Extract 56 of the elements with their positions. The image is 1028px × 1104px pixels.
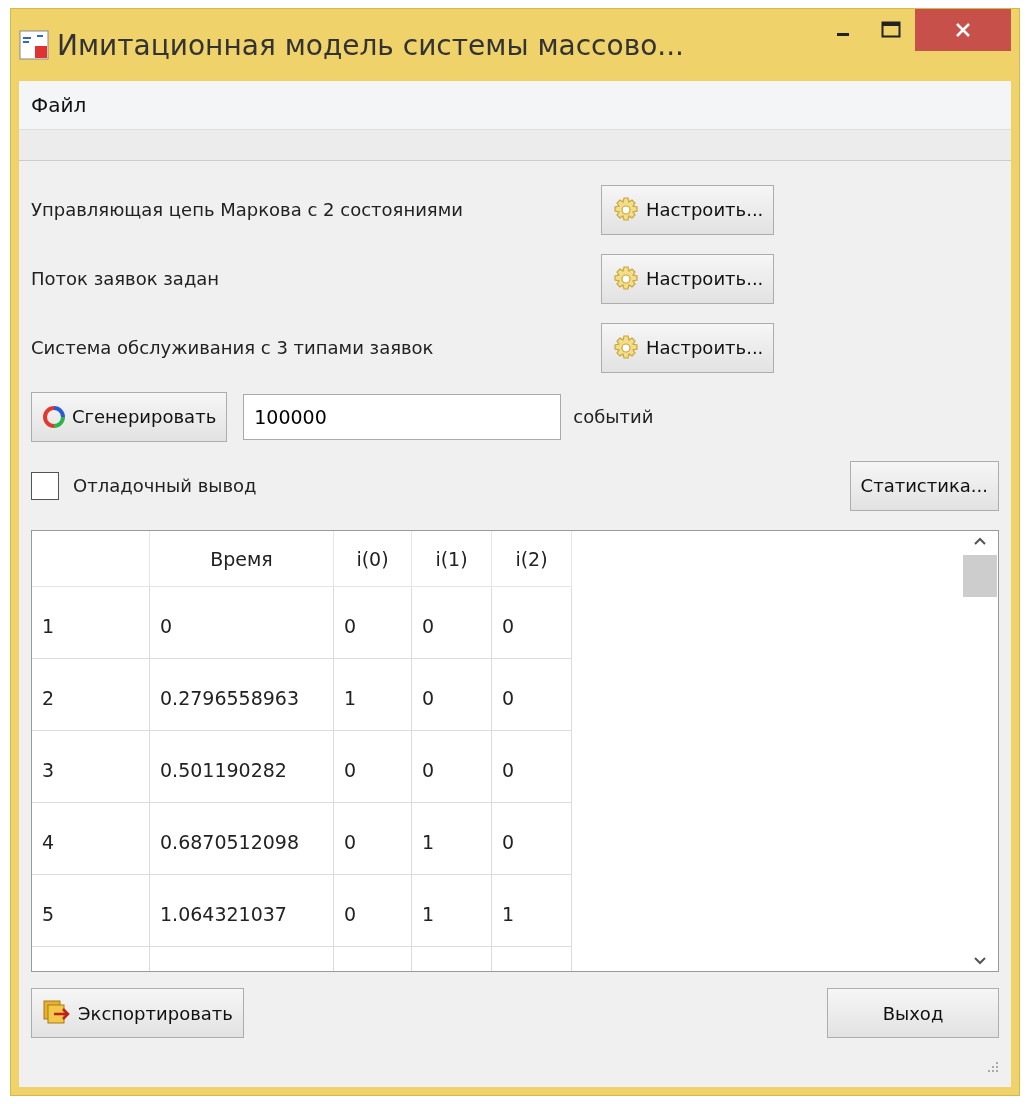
column-header[interactable]: i(0) [334, 531, 412, 587]
app-icon [19, 30, 49, 60]
gear-icon [612, 333, 640, 362]
table-cell: 0 [492, 587, 572, 659]
window-title: Имитационная модель системы массово... [57, 28, 684, 62]
row-header[interactable]: 3 [32, 731, 150, 803]
config-label: Управляющая цепь Маркова с 2 состояниями [31, 199, 464, 220]
table-cell: 0 [412, 659, 492, 731]
table-cell: 0 [334, 731, 412, 803]
debug-checkbox[interactable] [31, 471, 59, 500]
table-cell: 0.2796558963 [150, 659, 334, 731]
gear-icon [612, 195, 640, 224]
refresh-icon [42, 404, 66, 429]
table-cell: 0 [412, 587, 492, 659]
export-icon [42, 999, 72, 1027]
config-label: Система обслуживания с 3 типами заявок [31, 337, 435, 358]
column-header[interactable]: i(2) [492, 531, 572, 587]
gear-icon [612, 264, 640, 293]
resize-grip-icon [985, 1059, 999, 1073]
table-cell: 0 [492, 803, 572, 875]
table-cell: 1 [334, 659, 412, 731]
table-cell: 0.6870512098 [150, 803, 334, 875]
maximize-icon [881, 21, 901, 39]
row-header[interactable]: 4 [32, 803, 150, 875]
table-cell: 0 [492, 731, 572, 803]
minimize-icon [837, 32, 849, 36]
close-icon [955, 22, 971, 38]
row-header[interactable]: 5 [32, 875, 150, 947]
table-cell: 1 [492, 875, 572, 947]
table-cell: 0.501190282 [150, 731, 334, 803]
menu-item[interactable]: Файл [31, 93, 87, 117]
table-cell: 0 [150, 587, 334, 659]
configure-button[interactable]: Настроить... [601, 184, 775, 235]
table-cell: 0 [412, 731, 492, 803]
table-cell: 1 [412, 803, 492, 875]
statistics-button[interactable]: Статистика... [849, 460, 999, 511]
table-cell: 1.064321037 [150, 875, 334, 947]
checkbox-label: Отладочный вывод [73, 475, 257, 496]
configure-button[interactable]: Настроить... [601, 253, 775, 304]
exit-button[interactable]: Выход [827, 988, 999, 1038]
unit-label: событий [573, 406, 654, 427]
table-cell: 0 [492, 659, 572, 731]
configure-button[interactable]: Настроить... [601, 322, 775, 373]
export-button[interactable]: Экспортировать [31, 988, 244, 1038]
table-cell: 0 [334, 875, 412, 947]
row-header[interactable]: 1 [32, 587, 150, 659]
event-count-field[interactable]: 100000 [243, 393, 562, 440]
column-header[interactable]: i(1) [412, 531, 492, 587]
config-label: Поток заявок задан [31, 268, 221, 289]
column-header[interactable]: Время [150, 531, 334, 587]
table-cell: 0 [334, 803, 412, 875]
scrollbar-thumb[interactable] [963, 555, 997, 597]
table-cell: 0 [334, 587, 412, 659]
table-cell: 1 [412, 875, 492, 947]
generate-button[interactable]: Сгенерировать [31, 391, 228, 442]
row-header[interactable]: 2 [32, 659, 150, 731]
